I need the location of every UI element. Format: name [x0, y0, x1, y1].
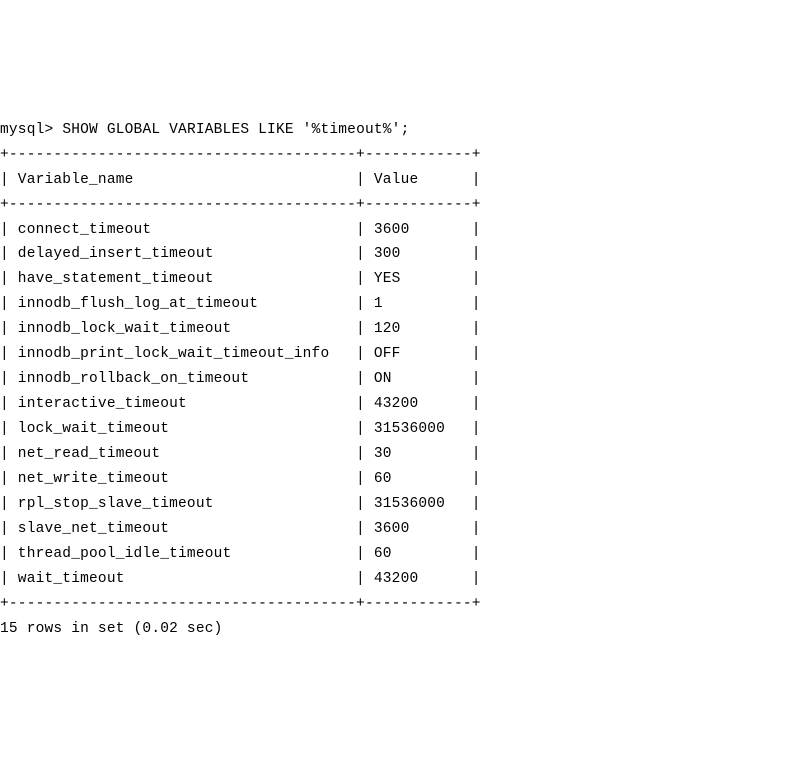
mysql-terminal-output: mysql> SHOW GLOBAL VARIABLES LIKE '%time…	[0, 118, 800, 642]
table-border-mid: +---------------------------------------…	[0, 197, 481, 213]
table-border-top: +---------------------------------------…	[0, 147, 481, 163]
result-footer: 15 rows in set (0.02 sec)	[0, 621, 223, 637]
table-body: | connect_timeout | 3600 | | delayed_ins…	[0, 222, 481, 587]
sql-command: SHOW GLOBAL VARIABLES LIKE '%timeout%';	[62, 122, 409, 138]
table-border-bottom: +---------------------------------------…	[0, 596, 481, 612]
mysql-prompt: mysql>	[0, 122, 53, 138]
command-line: mysql> SHOW GLOBAL VARIABLES LIKE '%time…	[0, 122, 409, 138]
table-header-row: | Variable_name | Value |	[0, 172, 481, 188]
